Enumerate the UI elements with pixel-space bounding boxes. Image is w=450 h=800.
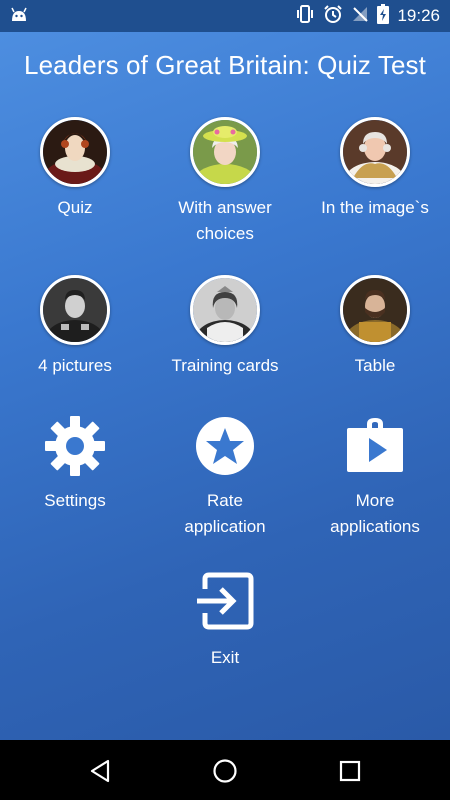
exit-button[interactable]: Exit xyxy=(150,569,300,671)
home-icon[interactable] xyxy=(211,757,239,785)
answer-choices-label-line1: With answer xyxy=(178,198,272,217)
more-applications-button[interactable]: More applications xyxy=(300,414,450,540)
table-button[interactable]: Table xyxy=(300,275,450,379)
training-cards-label: Training cards xyxy=(171,356,279,375)
android-icon xyxy=(10,7,28,28)
answer-choices-label-line2: choices xyxy=(196,224,254,243)
answer-choices-label: With answer choices xyxy=(150,195,300,247)
exit-icon xyxy=(193,569,257,633)
no-signal-icon xyxy=(351,5,369,28)
app-main: Leaders of Great Britain: Quiz Test Quiz xyxy=(0,32,450,740)
status-time: 19:26 xyxy=(397,6,440,25)
rate-label-line1: Rate xyxy=(207,491,243,510)
portrait-image-training-cards xyxy=(190,275,260,345)
four-pictures-button[interactable]: 4 pictures xyxy=(0,275,150,379)
rate-application-label: Rate application xyxy=(150,488,300,540)
settings-button[interactable]: Settings xyxy=(0,414,150,514)
four-pictures-label: 4 pictures xyxy=(38,356,112,375)
play-store-icon xyxy=(343,414,407,478)
settings-label: Settings xyxy=(44,491,106,510)
rate-label-line2: application xyxy=(184,517,266,536)
recents-icon[interactable] xyxy=(336,757,364,785)
alarm-icon xyxy=(323,4,343,29)
vibrate-icon xyxy=(295,4,315,28)
portrait-image-four-pictures xyxy=(40,275,110,345)
portrait-image-quiz xyxy=(40,117,110,187)
quiz-button[interactable]: Quiz xyxy=(0,117,150,221)
training-cards-button[interactable]: Training cards xyxy=(150,275,300,379)
gear-icon xyxy=(43,414,107,478)
portrait-image-answer-choices xyxy=(190,117,260,187)
portrait-image-in-image xyxy=(340,117,410,187)
quiz-label: Quiz xyxy=(57,198,93,217)
battery-charging-icon xyxy=(377,3,390,29)
more-label-line2: applications xyxy=(330,517,420,536)
page-title: Leaders of Great Britain: Quiz Test xyxy=(24,50,426,80)
star-icon xyxy=(193,414,257,478)
portrait-image-table xyxy=(340,275,410,345)
table-label: Table xyxy=(354,356,396,375)
back-icon[interactable] xyxy=(86,757,114,785)
exit-label: Exit xyxy=(210,648,240,667)
rate-application-button[interactable]: Rate application xyxy=(150,414,300,540)
status-bar: 19:26 xyxy=(0,0,450,32)
in-image-label: In the image`s xyxy=(321,198,429,217)
in-image-button[interactable]: In the image`s xyxy=(300,117,450,221)
answer-choices-button[interactable]: With answer choices xyxy=(150,117,300,247)
navigation-bar xyxy=(0,740,450,800)
more-label-line1: More xyxy=(355,491,395,510)
more-applications-label: More applications xyxy=(300,488,450,540)
